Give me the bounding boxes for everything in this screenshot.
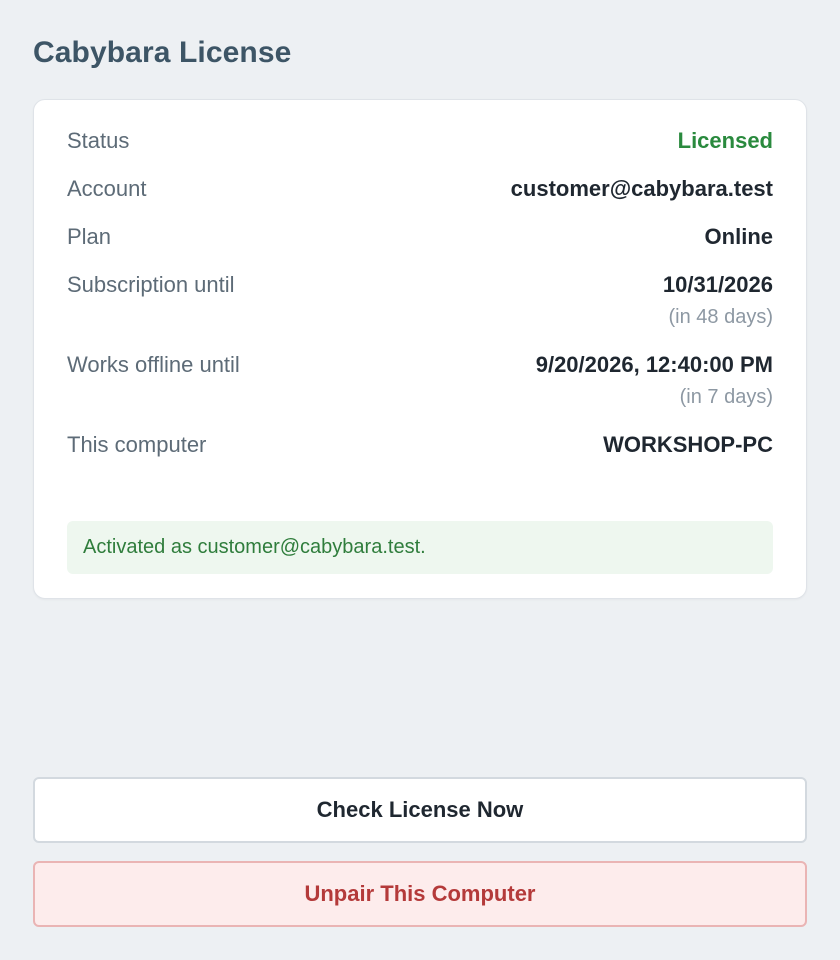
subscription-row: Subscription until 10/31/2026 (in 48 day… xyxy=(67,272,773,330)
plan-value: Online xyxy=(704,224,773,249)
offline-row: Works offline until 9/20/2026, 12:40:00 … xyxy=(67,352,773,410)
status-label: Status xyxy=(67,128,130,153)
account-row: Account customer@cabybara.test xyxy=(67,176,773,202)
subscription-value-group: 10/31/2026 (in 48 days) xyxy=(663,272,773,330)
offline-relative: (in 7 days) xyxy=(679,386,773,408)
plan-label: Plan xyxy=(67,224,112,249)
offline-label: Works offline until xyxy=(67,352,240,377)
check-license-button[interactable]: Check License Now xyxy=(33,777,807,843)
plan-row: Plan Online xyxy=(67,224,773,250)
computer-label: This computer xyxy=(67,432,207,457)
subscription-date: 10/31/2026 xyxy=(662,272,773,297)
offline-value-group: 9/20/2026, 12:40:00 PM (in 7 days) xyxy=(536,352,773,410)
account-value: customer@cabybara.test xyxy=(510,176,773,201)
page-title: Cabybara License xyxy=(33,36,292,69)
status-row: Status Licensed xyxy=(67,128,773,154)
subscription-relative: (in 48 days) xyxy=(668,306,774,328)
computer-value: WORKSHOP-PC xyxy=(603,432,773,457)
activation-notice: Activated as customer@cabybara.test. xyxy=(67,521,773,574)
computer-row: This computer WORKSHOP-PC xyxy=(67,432,773,458)
account-label: Account xyxy=(67,176,147,201)
offline-datetime: 9/20/2026, 12:40:00 PM xyxy=(535,352,773,377)
status-value: Licensed xyxy=(677,128,773,153)
unpair-computer-button[interactable]: Unpair This Computer xyxy=(33,861,807,927)
license-card: Status Licensed Account customer@cabybar… xyxy=(33,99,807,599)
subscription-label: Subscription until xyxy=(67,272,235,297)
